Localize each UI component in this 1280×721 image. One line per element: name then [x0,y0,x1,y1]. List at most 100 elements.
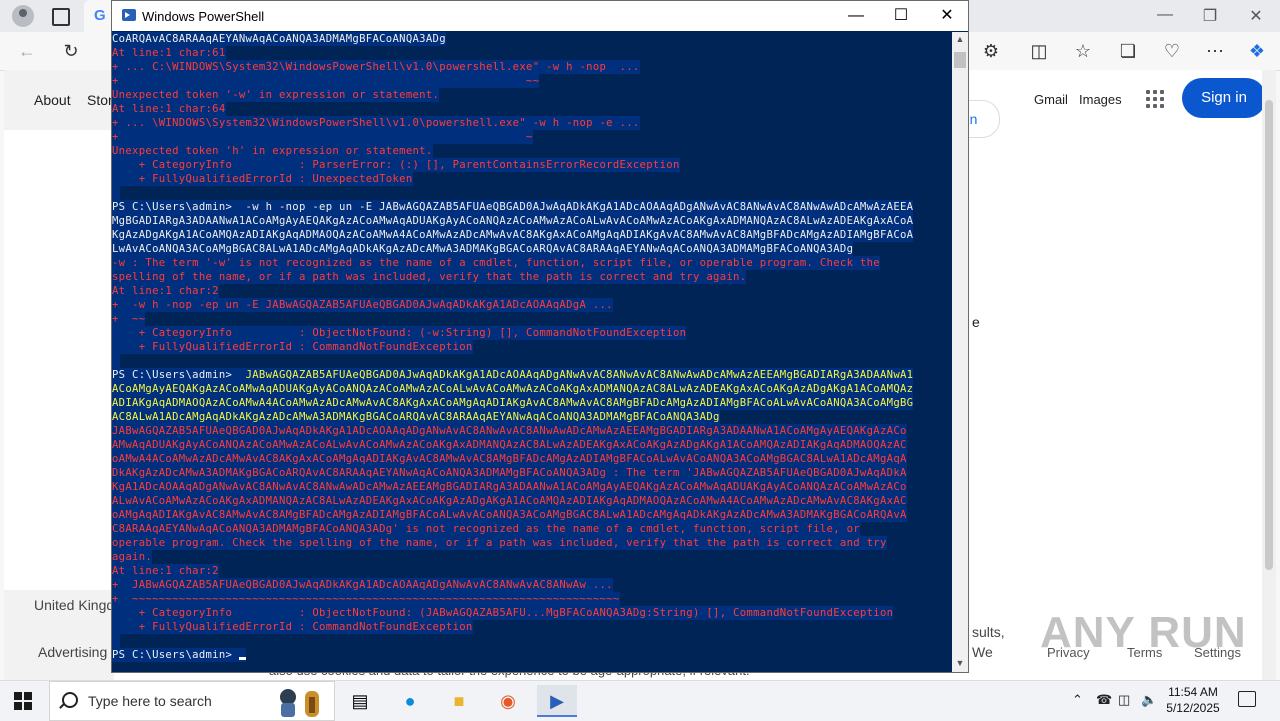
browser-tab[interactable]: G [84,0,114,32]
results-text-line-1: sults, [972,624,1005,640]
error-text: At line:1 char:2 [112,565,219,577]
console-line: At line:1 char:64 [112,102,226,116]
show-hidden-icons-icon[interactable]: ⌃ [1072,692,1083,708]
tab-actions-icon[interactable] [52,8,70,26]
browser-minimize-icon[interactable]: — [1155,6,1175,24]
console-line: + ~~~~~~~~~~~~~~~~~~~~~~~~~~~~~~~~~~~~~~… [112,592,620,606]
favorites-icon[interactable]: ☆ [1072,40,1094,62]
prompt-text: PS C:\Users\admin> [112,369,246,381]
results-text: sults, We [972,622,1005,662]
extensions-icon[interactable]: ⚙ [980,40,1002,62]
apps-grid-icon[interactable] [1146,90,1164,108]
error-text: JABwAGQAZAB5AFUAeQBGAD0AJwAqADkAKgA1ADcA… [112,425,907,437]
error-text: + ... C:\WINDOWS\System32\WindowsPowerSh… [112,61,640,73]
console-line: At line:1 char:2 [112,284,219,298]
console-line: + CategoryInfo : ObjectNotFound: (JABwAG… [112,606,894,620]
console-line: + FullyQualifiedErrorId : CommandNotFoun… [112,620,473,634]
error-text: + ~~ [112,75,540,87]
console-text: KgAzADgAKgA1ACoAMQAzADIAKgAqADMAOQAzACoA… [112,229,914,241]
minimize-button[interactable]: — [845,5,867,27]
console-text: LwAvACoANQA3ACoAMgBGAC8ALwA1ADcAMgAqADkA… [112,243,854,255]
console-line: + ~ [112,130,533,144]
console-line: -w : The term '-w' is not recognized as … [112,256,880,270]
windows-start-icon[interactable] [14,692,32,710]
console-output[interactable]: CoARQAvAC8ARAAqAEYANwAqACoANQA3ADMAMgBFA… [112,32,952,672]
error-text: + CategoryInfo : ObjectNotFound: (JABwAG… [112,607,894,619]
console-line: LwAvACoANQA3ACoAMgBGAC8ALwA1ADcAMgAqADkA… [112,242,854,256]
console-line: oAMwA4ACoAMwAzADcAMwAvAC8AKgAxACoAMgAqAD… [112,452,907,466]
system-clock[interactable]: 11:54 AM 5/12/2025 [1158,684,1228,716]
refresh-icon[interactable]: ↻ [60,40,82,62]
console-line: + -w h -nop -ep un -E JABwAGQAZAB5AFUAeQ… [112,298,613,312]
collections-icon[interactable]: ❏ [1117,40,1139,62]
console-scrollbar[interactable]: ▲ ▼ [952,32,968,672]
notifications-icon[interactable] [1238,691,1256,707]
error-text: KgA1ADcAOAAqADgANwAvAC8ANwAvAC8ANwAwADcA… [112,481,907,493]
console-line: + CategoryInfo : ObjectNotFound: (-w:Str… [112,326,687,340]
error-text: C8ARAAqAEYANwAqACoANQA3ADMAMgBFACoANQA3A… [112,523,860,535]
back-icon[interactable]: ← [16,40,38,62]
command-text: ADIAKgAqADMAOQAzACoAMwA4ACoAMwAzADcAMwAv… [112,397,914,409]
advertising-link[interactable]: Advertising [38,644,107,660]
console-line: again. [112,550,153,564]
console-line: ADIAKgAqADMAOQAzACoAMwA4ACoAMwAzADcAMwAv… [112,396,914,410]
error-text: AMwAqADUAKgAyACoANQAzACoAMwAzACoALwAvACo… [112,439,907,451]
console-line: + JABwAGQAZAB5AFUAeQBGAD0AJwAqADkAKgA1AD… [112,578,613,592]
search-placeholder: Type here to search [88,693,212,709]
clock-date: 5/12/2025 [1166,701,1220,715]
split-screen-icon[interactable]: ◫ [1028,40,1050,62]
error-text: DkAKgAzADcAMwA3ADMAKgBGACoARQAvAC8ARAAqA… [112,467,907,479]
taskbar-search-box[interactable]: Type here to search [49,681,335,721]
firefox-icon[interactable]: ◉ [488,685,528,717]
meet-now-icon[interactable]: ☎ [1096,692,1112,708]
console-scroll-thumb[interactable] [954,52,966,68]
volume-icon[interactable]: 🔈 [1141,692,1157,708]
error-text: At line:1 char:64 [112,103,226,115]
error-text: + FullyQualifiedErrorId : CommandNotFoun… [112,341,473,353]
browser-close-icon[interactable]: ✕ [1246,6,1266,26]
task-view-icon[interactable]: ▤ [340,685,380,717]
console-line: ALwAvACoAMwAzACoAKgAxADMANQAzAC8ALwAzADE… [112,494,907,508]
console-line: + CategoryInfo : ParserError: (:) [], Pa… [112,158,680,172]
sign-in-button[interactable]: Sign in [1182,78,1266,118]
browser-scrollbar[interactable] [1262,70,1276,680]
console-line [112,634,120,648]
error-text: again. [112,551,153,563]
console-line [112,186,120,200]
profile-icon[interactable] [12,5,34,27]
powershell-window[interactable]: Windows PowerShell — ☐ ✕ CoARQAvAC8ARAAq… [111,0,969,673]
text-cursor [238,657,246,660]
maximize-button[interactable]: ☐ [890,5,912,27]
console-line: + ~~ [112,312,146,326]
scroll-up-icon[interactable]: ▲ [952,34,968,44]
about-link[interactable]: About [34,92,71,108]
close-button[interactable]: ✕ [936,5,958,27]
error-text: Unexpected token '-w' in expression or s… [112,89,440,101]
images-link[interactable]: Images [1079,92,1122,107]
error-text: + CategoryInfo : ParserError: (:) [], Pa… [112,159,680,171]
command-text: JABwAGQAZAB5AFUAeQBGAD0AJwAqADkAKgA1ADcA… [245,369,914,381]
error-text: + ~ [112,131,533,143]
file-explorer-icon[interactable]: ■ [439,685,479,717]
console-line: KgA1ADcAOAAqADgANwAvAC8ANwAvAC8ANwAwADcA… [112,480,907,494]
clock-time: 11:54 AM [1168,685,1218,699]
store-link[interactable]: Stor [87,92,113,108]
scroll-down-icon[interactable]: ▼ [952,658,968,668]
copilot-icon[interactable]: ❖ [1246,40,1268,62]
network-icon[interactable]: ◫ [1118,692,1130,708]
edge-icon[interactable]: ● [390,685,430,717]
console-line: C8ARAAqAEYANwAqACoANQA3ADMAMgBFACoANQA3A… [112,522,860,536]
powershell-icon[interactable]: ▶ [537,685,577,717]
browser-scroll-thumb[interactable] [1265,100,1273,570]
console-line: At line:1 char:2 [112,564,219,578]
gmail-link[interactable]: Gmail [1034,92,1068,107]
more-icon[interactable]: ⋯ [1204,40,1226,62]
browser-restore-icon[interactable]: ❐ [1200,6,1220,26]
powershell-title-bar[interactable]: Windows PowerShell — ☐ ✕ [112,1,968,31]
performance-icon[interactable]: ♡ [1161,40,1183,62]
console-line: + ... \WINDOWS\System32\WindowsPowerShel… [112,116,640,130]
powershell-app-icon [122,9,136,21]
window-title: Windows PowerShell [142,9,265,24]
console-line: MgBGADIARgA3ADAANwA1ACoAMgAyAEQAKgAzACoA… [112,214,914,228]
